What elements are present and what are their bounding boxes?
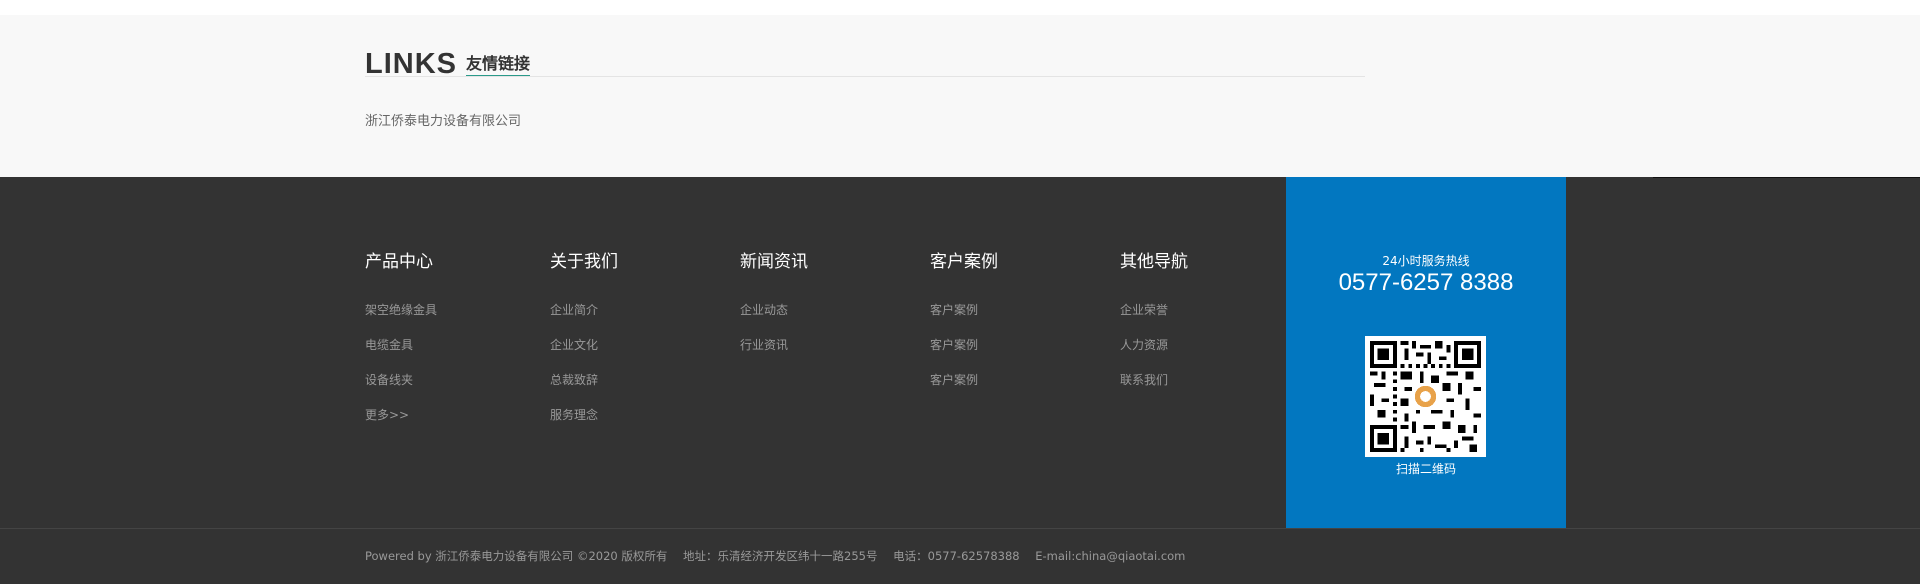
nav-column-cases: 客户案例 客户案例 客户案例 客户案例 <box>930 251 998 408</box>
links-title-cn: 友情链接 <box>466 56 531 77</box>
nav-link[interactable]: 客户案例 <box>930 303 998 318</box>
hotline-label: 24小时服务热线 <box>1382 254 1470 268</box>
links-divider <box>365 76 1365 77</box>
footer-top-edge <box>1653 177 1920 178</box>
friend-link-item[interactable]: 浙江侨泰电力设备有限公司 <box>365 114 521 129</box>
links-title-en: LINKS <box>365 48 457 80</box>
nav-column-title: 新闻资讯 <box>740 252 808 272</box>
hotline-number: 0577-6257 8388 <box>1338 269 1514 296</box>
nav-link[interactable]: 电缆金具 <box>365 338 437 353</box>
nav-column-news: 新闻资讯 企业动态 行业资讯 <box>740 251 808 373</box>
footer-main: 产品中心 架空绝缘金具 电缆金具 设备线夹 更多>> 关于我们 企业简介 企业文… <box>0 177 1920 528</box>
nav-link[interactable]: 客户案例 <box>930 338 998 353</box>
top-spacer <box>0 0 1920 15</box>
nav-link[interactable]: 企业简介 <box>550 303 618 318</box>
nav-link[interactable]: 联系我们 <box>1120 373 1188 388</box>
nav-column-title: 客户案例 <box>930 252 998 272</box>
friend-links-list: 浙江侨泰电力设备有限公司 <box>365 110 1365 129</box>
footer-email[interactable]: E-mail:china@qiaotai.com <box>1035 549 1185 563</box>
copyright-line: Powered by 浙江侨泰电力设备有限公司 ©2020 版权所有 地址：乐清… <box>365 549 1197 563</box>
nav-column-title: 关于我们 <box>550 252 618 272</box>
nav-link[interactable]: 企业荣誉 <box>1120 303 1188 318</box>
copyright-text: Powered by 浙江侨泰电力设备有限公司 ©2020 版权所有 <box>365 549 668 563</box>
qr-code-icon <box>1365 336 1486 457</box>
nav-link[interactable]: 架空绝缘金具 <box>365 303 437 318</box>
friend-links-container: LINKS 友情链接 浙江侨泰电力设备有限公司 <box>365 48 1365 129</box>
nav-link[interactable]: 总裁致辞 <box>550 373 618 388</box>
friend-links-heading: LINKS 友情链接 <box>365 48 1365 80</box>
service-hotline-box: 24小时服务热线 0577-6257 8388 扫描二维码 <box>1286 177 1566 528</box>
qr-code-graphic <box>1370 341 1481 452</box>
nav-link[interactable]: 行业资讯 <box>740 338 808 353</box>
nav-column-other: 其他导航 企业荣誉 人力资源 联系我们 <box>1120 251 1188 408</box>
nav-column-title: 产品中心 <box>365 252 433 272</box>
nav-link-more[interactable]: 更多>> <box>365 408 437 423</box>
nav-link[interactable]: 服务理念 <box>550 408 618 423</box>
nav-link[interactable]: 客户案例 <box>930 373 998 388</box>
nav-column-about: 关于我们 企业简介 企业文化 总裁致辞 服务理念 <box>550 251 618 443</box>
nav-link[interactable]: 设备线夹 <box>365 373 437 388</box>
footer-bottom-bar: Powered by 浙江侨泰电力设备有限公司 ©2020 版权所有 地址：乐清… <box>0 528 1920 584</box>
nav-column-title: 其他导航 <box>1120 252 1188 272</box>
nav-link[interactable]: 人力资源 <box>1120 338 1188 353</box>
qr-caption: 扫描二维码 <box>1395 462 1456 476</box>
nav-link[interactable]: 企业动态 <box>740 303 808 318</box>
nav-link[interactable]: 企业文化 <box>550 338 618 353</box>
footer-address: 地址：乐清经济开发区纬十一路255号 <box>683 549 878 563</box>
friend-links-section: LINKS 友情链接 浙江侨泰电力设备有限公司 <box>0 15 1920 177</box>
nav-column-products: 产品中心 架空绝缘金具 电缆金具 设备线夹 更多>> <box>365 251 437 443</box>
footer-phone: 电话：0577-62578388 <box>893 549 1020 563</box>
